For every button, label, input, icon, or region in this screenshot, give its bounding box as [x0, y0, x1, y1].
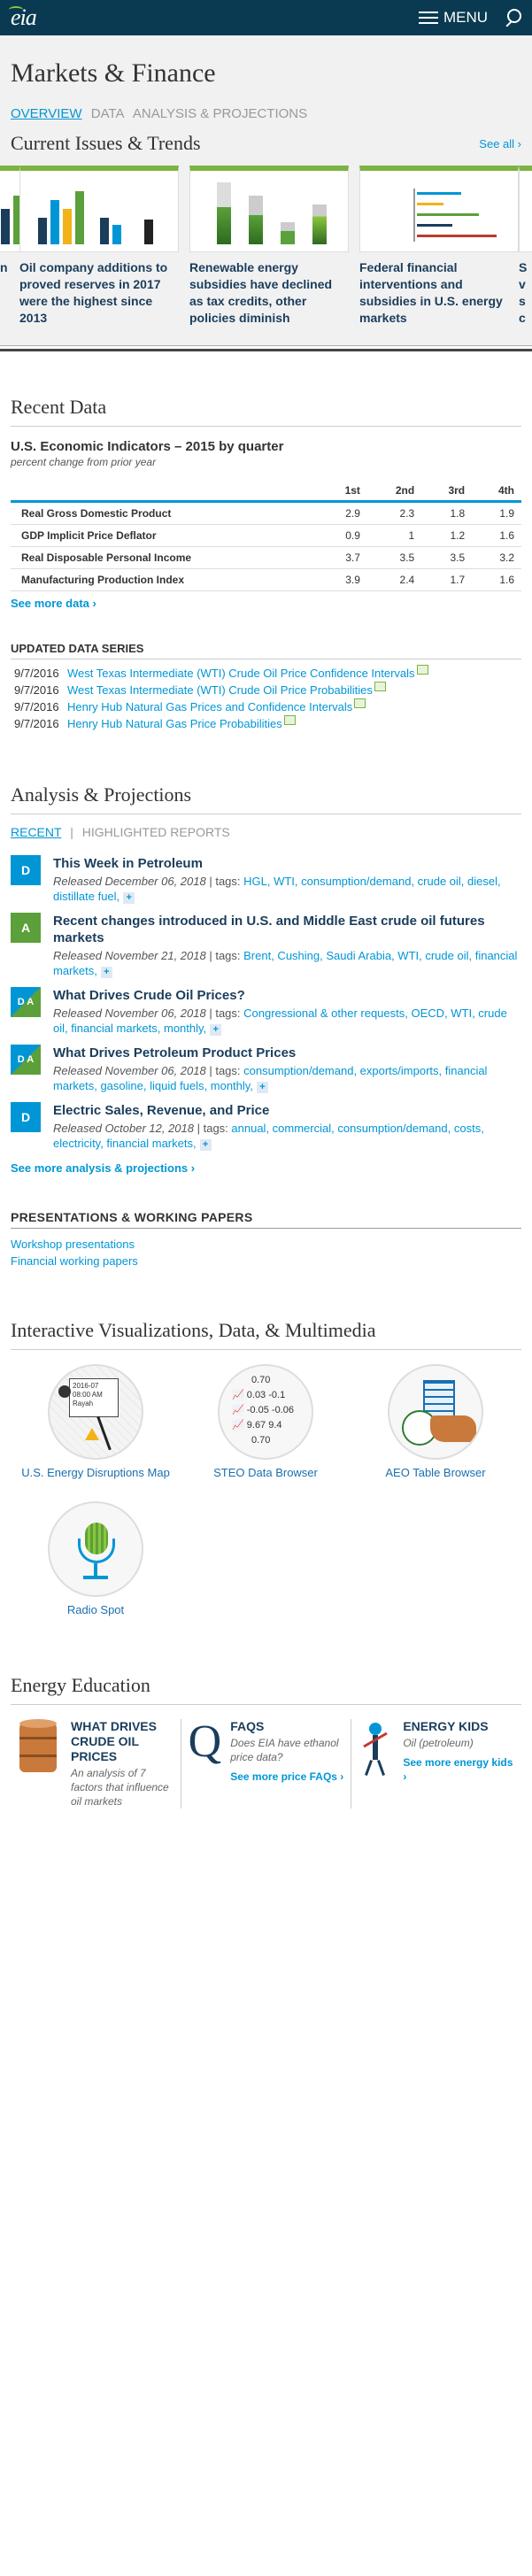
expand-tags-icon[interactable]: + — [210, 1024, 222, 1036]
hamburger-icon — [418, 12, 438, 24]
microphone-icon — [48, 1501, 143, 1597]
spreadsheet-icon[interactable] — [374, 682, 386, 691]
indicators-table: 1st 2nd 3rd 4th Real Gross Domestic Prod… — [11, 481, 521, 591]
issue-card[interactable]: Federal financial interventions and subs… — [359, 166, 519, 327]
education-title: Energy Education — [11, 1674, 150, 1696]
issue-thumbnail — [359, 166, 519, 252]
table-row: Manufacturing Production Index 3.9 2.4 1.7… — [11, 568, 521, 591]
issue-card[interactable]: S v s c — [519, 166, 532, 327]
issue-thumbnail — [19, 166, 179, 252]
faq-q-icon: Q — [188, 1716, 222, 1767]
education-col-crude-oil[interactable]: WHAT DRIVES CRUDE OIL PRICES An analysis… — [11, 1719, 181, 1809]
oil-barrel-icon — [18, 1719, 58, 1774]
series-link[interactable]: West Texas Intermediate (WTI) Crude Oil … — [67, 665, 415, 682]
table-row: GDP Implicit Price Deflator 0.9 1 1.2 1.6 — [11, 524, 521, 547]
crude-oil-prices-link[interactable]: WHAT DRIVES CRUDE OIL PRICES — [71, 1719, 173, 1764]
education-col-energy-kids[interactable]: ENERGY KIDS Oil (petroleum) See more ene… — [351, 1719, 521, 1809]
spreadsheet-icon[interactable] — [283, 715, 296, 725]
education-col-faqs[interactable]: Q FAQS Does EIA have ethanol price data?… — [180, 1716, 351, 1809]
eia-logo[interactable]: eia — [9, 4, 37, 31]
list-item: A Recent changes introduced in U.S. and … — [11, 913, 521, 978]
viz-item-aeo-browser[interactable]: AEO Table Browser — [351, 1364, 520, 1480]
working-papers-link[interactable]: Financial working papers — [0, 1253, 532, 1269]
issues-title: Current Issues & Trends — [11, 132, 201, 154]
tab-recent[interactable]: RECENT — [11, 825, 61, 839]
table-row: Real Gross Domestic Product 2.9 2.3 1.8 1.9 — [11, 501, 521, 525]
page-title-bar: Markets & Finance — [0, 35, 532, 103]
issues-header: Current Issues & Trends See all › — [0, 128, 532, 160]
tab-highlighted-reports[interactable]: HIGHLIGHTED REPORTS — [82, 825, 230, 839]
report-title-link[interactable]: Electric Sales, Revenue, and Price — [53, 1102, 521, 1119]
expand-tags-icon[interactable]: + — [199, 1139, 212, 1151]
see-more-energy-kids-link[interactable]: See more energy kids › — [403, 1755, 514, 1784]
series-link[interactable]: Henry Hub Natural Gas Price Probabilitie… — [67, 715, 282, 732]
analysis-tabs: RECENT | HIGHLIGHTED REPORTS — [11, 825, 230, 839]
tab-data[interactable]: DATA — [91, 106, 125, 121]
data-badge-icon: D — [11, 1102, 41, 1132]
report-title-link[interactable]: What Drives Petroleum Product Prices — [53, 1045, 521, 1061]
viz-title: Interactive Visualizations, Data, & Mult… — [11, 1319, 376, 1341]
list-item: 9/7/2016 West Texas Intermediate (WTI) Cr… — [14, 682, 518, 698]
issue-thumbnail — [189, 166, 349, 252]
see-more-data-link[interactable]: See more data › — [0, 591, 532, 610]
analysis-list: D This Week in Petroleum Released Decemb… — [0, 839, 532, 1151]
issues-carousel[interactable]: n Oil company additions to proved reserv… — [0, 160, 532, 346]
expand-tags-icon[interactable]: + — [256, 1082, 268, 1093]
viz-grid: 2016-07 08:00 AM Rayah U.S. Energy Disrupt… — [0, 1364, 532, 1639]
page-title: Markets & Finance — [11, 58, 216, 88]
viz-item-radio-spot[interactable]: Radio Spot — [11, 1501, 181, 1617]
issue-thumbnail — [519, 166, 532, 252]
tab-analysis[interactable]: ANALYSIS & PROJECTIONS — [133, 106, 307, 121]
spreadsheet-icon[interactable] — [354, 698, 366, 708]
table-header-row: 1st 2nd 3rd 4th — [11, 481, 521, 503]
list-item: D A What Drives Petroleum Product Prices… — [11, 1045, 521, 1093]
table-row: Real Disposable Personal Income 3.7 3.5 3.… — [11, 546, 521, 569]
data-analysis-badge-icon: D A — [11, 987, 41, 1017]
indicators-subtitle: percent change from prior year — [11, 456, 157, 468]
data-analysis-badge-icon: D A — [11, 1045, 41, 1075]
see-more-analysis-link[interactable]: See more analysis & projections › — [0, 1156, 532, 1175]
expand-tags-icon[interactable]: + — [123, 892, 135, 904]
see-more-faqs-link[interactable]: See more price FAQs › — [230, 1770, 343, 1784]
site-header: eia MENU — [0, 0, 532, 35]
see-all-link[interactable]: See all › — [479, 137, 521, 150]
table-icon — [388, 1364, 483, 1460]
report-title-link[interactable]: What Drives Crude Oil Prices? — [53, 987, 521, 1004]
report-title-link[interactable]: This Week in Petroleum — [53, 855, 521, 872]
report-title-link[interactable]: Recent changes introduced in U.S. and Mi… — [53, 913, 521, 946]
spreadsheet-icon[interactable] — [416, 665, 428, 675]
list-item: D A What Drives Crude Oil Prices? Releas… — [11, 987, 521, 1036]
menu-button[interactable]: MENU — [418, 9, 488, 27]
presentations-links: Workshop presentations Financial working… — [0, 1236, 532, 1269]
tab-overview[interactable]: OVERVIEW — [11, 106, 82, 121]
data-badge-icon: D — [11, 855, 41, 885]
updated-series-title: UPDATED DATA SERIES — [11, 642, 521, 659]
list-item: 9/7/2016 Henry Hub Natural Gas Price Prob… — [14, 715, 518, 732]
issue-card[interactable]: Oil company additions to proved reserves… — [19, 166, 179, 327]
viz-item-disruptions-map[interactable]: 2016-07 08:00 AM Rayah U.S. Energy Disrupt… — [11, 1364, 181, 1480]
list-item: D Electric Sales, Revenue, and Price Rel… — [11, 1102, 521, 1151]
indicators-title: U.S. Economic Indicators – 2015 by quart… — [11, 439, 284, 454]
analysis-title: Analysis & Projections — [11, 783, 192, 806]
chart-icon: 0.70 📈 0.03 -0.1 📈 -0.05 -0.06 📈 9.67 9.… — [218, 1364, 313, 1460]
series-link[interactable]: Henry Hub Natural Gas Prices and Confide… — [67, 698, 352, 715]
map-icon: 2016-07 08:00 AM Rayah — [48, 1364, 143, 1460]
analysis-badge-icon: A — [11, 913, 41, 943]
issue-card[interactable]: Renewable energy subsidies have declined… — [189, 166, 349, 327]
recent-data-title: Recent Data — [11, 396, 107, 418]
search-icon[interactable] — [504, 9, 521, 27]
series-link[interactable]: West Texas Intermediate (WTI) Crude Oil … — [67, 682, 373, 698]
section-tabs: OVERVIEW DATA ANALYSIS & PROJECTIONS — [0, 103, 532, 128]
list-item: 9/7/2016 West Texas Intermediate (WTI) Cr… — [14, 665, 518, 682]
list-item: 9/7/2016 Henry Hub Natural Gas Prices and… — [14, 698, 518, 715]
expand-tags-icon[interactable]: + — [100, 967, 112, 978]
education-columns: WHAT DRIVES CRUDE OIL PRICES An analysis… — [0, 1705, 532, 1809]
updated-series-list: 9/7/2016 West Texas Intermediate (WTI) Cr… — [0, 659, 532, 732]
list-item: D This Week in Petroleum Released Decemb… — [11, 855, 521, 904]
energy-kids-mascot-icon — [359, 1719, 394, 1781]
presentations-title: PRESENTATIONS & WORKING PAPERS — [11, 1210, 521, 1229]
viz-item-steo-browser[interactable]: 0.70 📈 0.03 -0.1 📈 -0.05 -0.06 📈 9.67 9.… — [181, 1364, 351, 1480]
workshop-presentations-link[interactable]: Workshop presentations — [0, 1236, 532, 1253]
